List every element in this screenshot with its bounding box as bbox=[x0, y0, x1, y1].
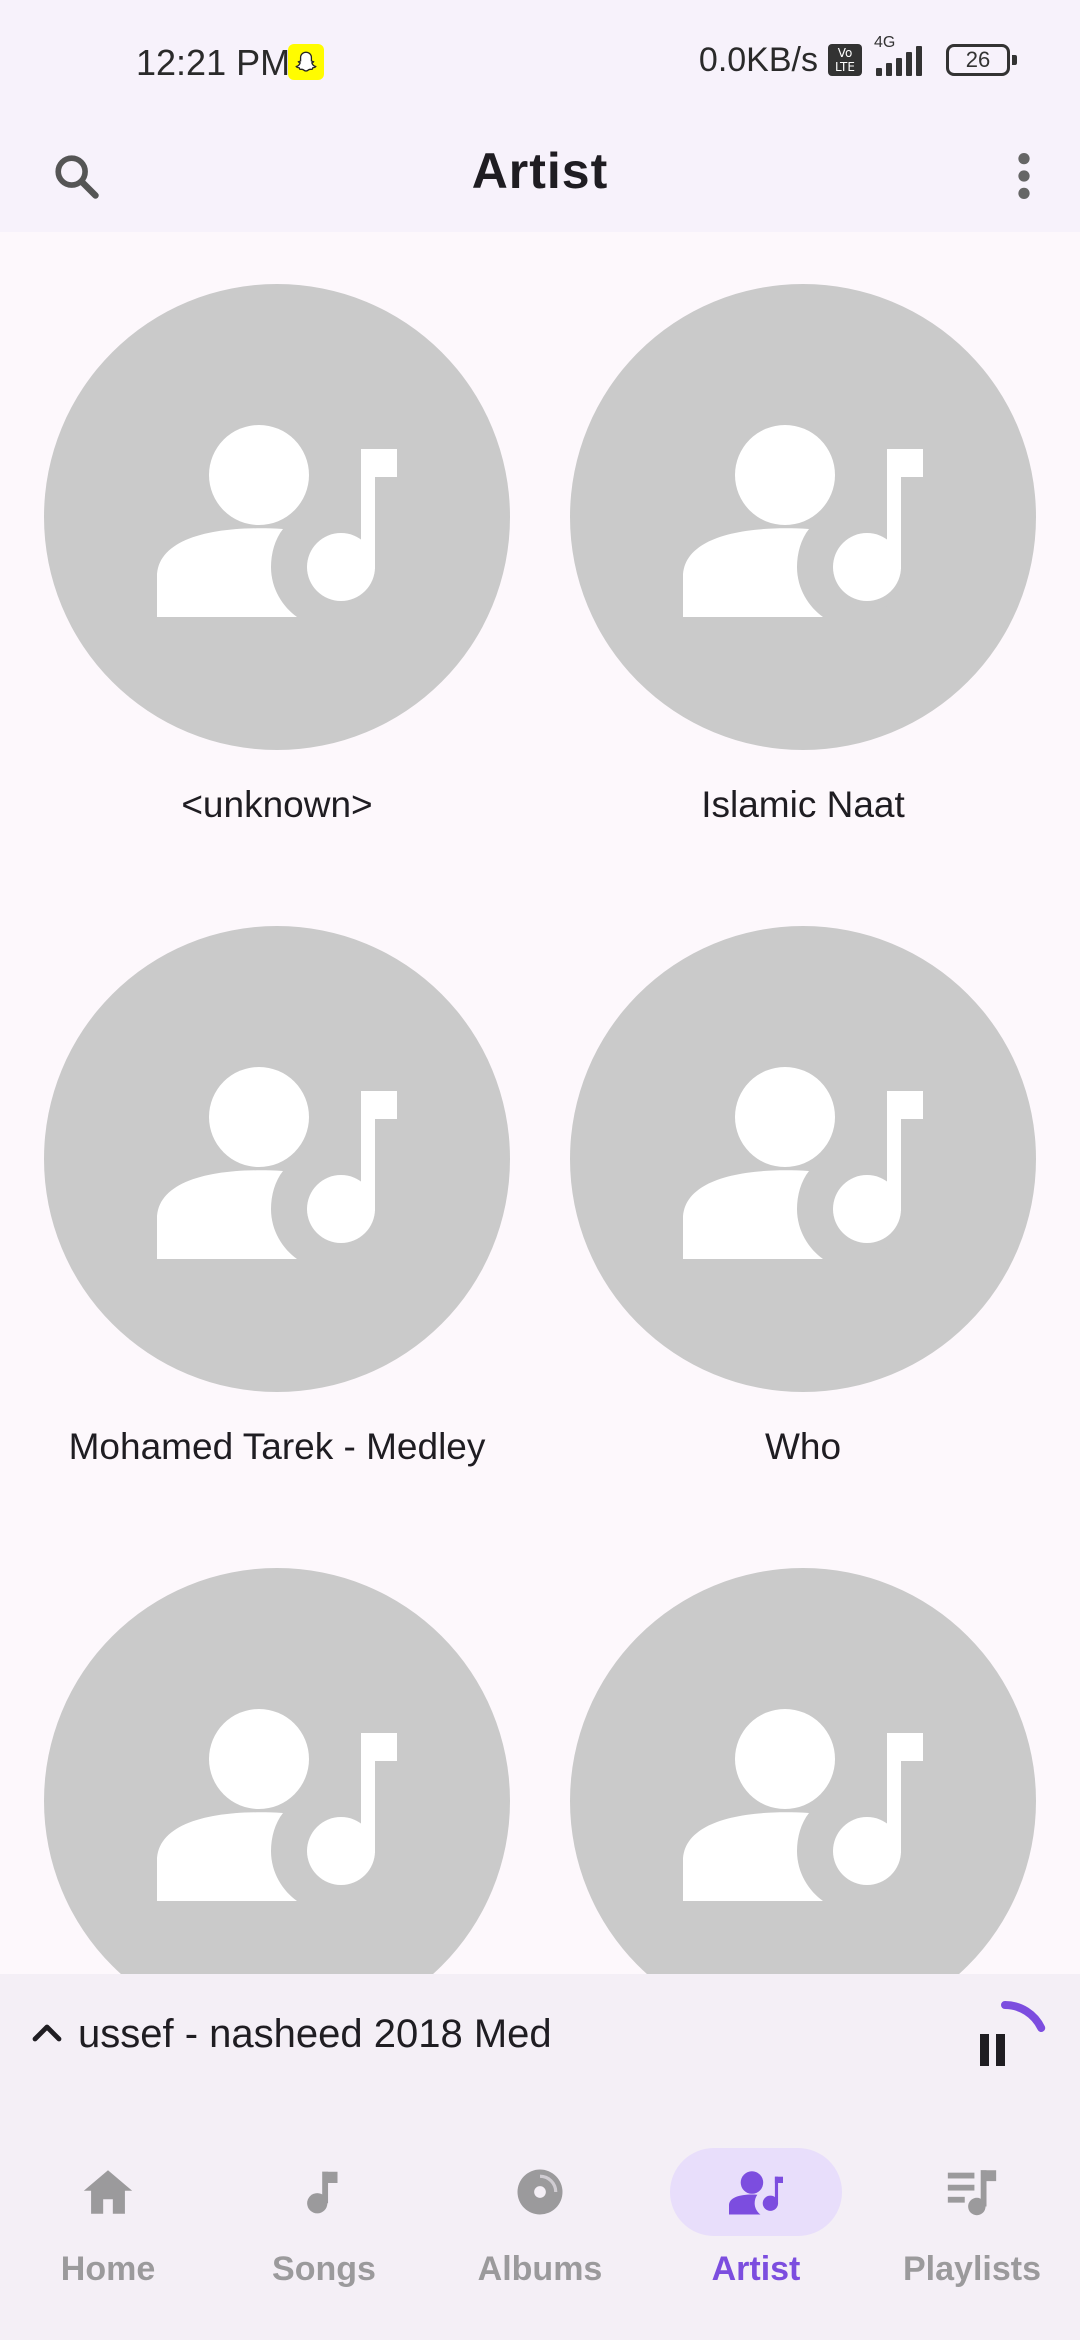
nav-label: Artist bbox=[711, 2250, 801, 2288]
battery-icon: 26 bbox=[946, 44, 1017, 76]
artist-avatar bbox=[570, 926, 1036, 1392]
top-app-bar: Artist bbox=[0, 124, 1080, 232]
artist-card[interactable]: Who bbox=[540, 874, 1080, 1516]
nav-item-artist[interactable]: Artist bbox=[648, 2148, 864, 2308]
nav-item-songs[interactable]: Songs bbox=[216, 2148, 432, 2308]
artist-name: Islamic Naat bbox=[701, 784, 905, 825]
artist-placeholder-icon bbox=[157, 1067, 397, 1259]
artist-card[interactable] bbox=[540, 1516, 1080, 1974]
artist-name: <unknown> bbox=[181, 784, 373, 825]
artist-card[interactable]: <unknown> bbox=[0, 232, 540, 874]
artist-avatar bbox=[570, 284, 1036, 750]
nav-icon-container bbox=[22, 2148, 194, 2236]
now-playing-title: ussef - nasheed 2018 Med bbox=[78, 2012, 552, 2056]
volte-top: Vo bbox=[837, 46, 853, 60]
pause-icon bbox=[980, 2034, 1005, 2066]
nav-label: Songs bbox=[272, 2250, 376, 2288]
home-icon bbox=[83, 2170, 133, 2214]
net-speed: 0.0KB/s bbox=[698, 40, 818, 79]
nav-icon-container bbox=[238, 2148, 410, 2236]
volte-icon: Vo LTE bbox=[828, 44, 862, 76]
play-pause-button[interactable] bbox=[960, 2000, 1050, 2090]
chevron-up-icon bbox=[32, 2024, 62, 2042]
artist-name: Who bbox=[764, 1426, 842, 1467]
more-options-button[interactable] bbox=[988, 140, 1060, 212]
artist-grid: <unknown> Islamic Naat Mohamed Tarek - M… bbox=[0, 232, 1080, 1974]
expand-player-button[interactable] bbox=[22, 2008, 72, 2058]
playlist-icon bbox=[947, 2170, 997, 2216]
mini-player[interactable]: ussef - nasheed 2018 Med bbox=[0, 1974, 1080, 2104]
nav-label: Albums bbox=[477, 2250, 603, 2288]
more-vert-icon bbox=[1018, 153, 1030, 199]
bottom-navigation: Home Songs Albums Artist Playlists bbox=[0, 2104, 1080, 2340]
nav-icon-container bbox=[454, 2148, 626, 2236]
nav-icon-container bbox=[670, 2148, 842, 2236]
status-bar: 12:21 PM 0.0KB/s Vo LTE 4G 26 bbox=[0, 0, 1080, 124]
network-type: 4G bbox=[874, 34, 896, 51]
status-indicators: 0.0KB/s Vo LTE 4G 26 bbox=[698, 34, 1017, 80]
nav-item-playlists[interactable]: Playlists bbox=[864, 2148, 1080, 2308]
page-title: Artist bbox=[471, 143, 609, 199]
nav-item-home[interactable]: Home bbox=[0, 2148, 216, 2308]
nav-icon-container bbox=[886, 2148, 1058, 2236]
artist-card[interactable]: Islamic Naat bbox=[540, 232, 1080, 874]
artist-avatar bbox=[44, 1568, 510, 1974]
album-icon bbox=[517, 2169, 563, 2215]
status-time: 12:21 PM bbox=[136, 42, 291, 83]
playback-progress-ring bbox=[1001, 2001, 1046, 2032]
signal-icon: 4G bbox=[872, 34, 922, 76]
nav-item-albums[interactable]: Albums bbox=[432, 2148, 648, 2308]
nav-label: Playlists bbox=[903, 2250, 1041, 2288]
artist-icon bbox=[729, 2171, 783, 2215]
music-note-icon bbox=[307, 2171, 338, 2214]
battery-level: 26 bbox=[965, 47, 991, 72]
artist-placeholder-icon bbox=[157, 1709, 397, 1901]
volte-bottom: LTE bbox=[835, 60, 855, 74]
snapchat-notification-icon bbox=[288, 44, 324, 80]
artist-placeholder-icon bbox=[683, 1067, 923, 1259]
artist-avatar bbox=[570, 1568, 1036, 1974]
artist-card[interactable]: Mohamed Tarek - Medley bbox=[0, 874, 540, 1516]
artist-avatar bbox=[44, 284, 510, 750]
nav-label: Home bbox=[60, 2250, 156, 2288]
artist-placeholder-icon bbox=[683, 425, 923, 617]
artist-name: Mohamed Tarek - Medley bbox=[68, 1426, 486, 1467]
artist-placeholder-icon bbox=[157, 425, 397, 617]
artist-card[interactable] bbox=[0, 1516, 540, 1974]
artist-placeholder-icon bbox=[683, 1709, 923, 1901]
artist-avatar bbox=[44, 926, 510, 1392]
